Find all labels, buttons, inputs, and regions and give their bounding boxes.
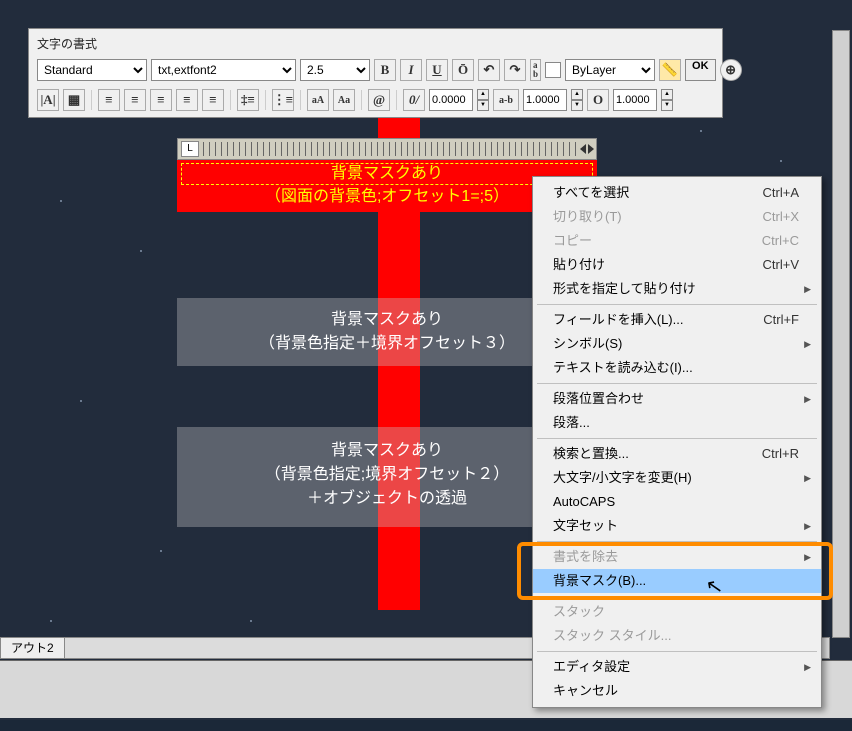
ctx-select-all[interactable]: すべてを選択Ctrl+A	[533, 181, 821, 205]
bold-button[interactable]: B	[374, 59, 396, 81]
toolbar-row-2: |A| ▦ ≡ ≡ ≡ ≡ ≡ ‡≡ ⋮≡ aA Aa @ 0/ ▲▼ a-b …	[37, 87, 673, 113]
layout-tab-2[interactable]: アウト2	[1, 638, 65, 658]
mtext-justify-button[interactable]: ▦	[63, 89, 85, 111]
ctx-cancel[interactable]: キャンセル	[533, 679, 821, 703]
width-factor-button[interactable]: O	[587, 89, 609, 111]
style-select[interactable]: Standard	[37, 59, 147, 81]
oblique-spinner[interactable]: ▲▼	[477, 89, 489, 111]
ctx-import-text[interactable]: テキストを読み込む(I)...	[533, 356, 821, 380]
text-format-toolbar: 文字の書式 Standard txt,extfont2 2.5 B I U Ō …	[28, 28, 723, 118]
ctx-background-mask[interactable]: 背景マスク(B)...	[533, 569, 821, 593]
ctx-sep-4	[537, 541, 817, 542]
ctx-editor-settings[interactable]: エディタ設定	[533, 655, 821, 679]
width-factor-value[interactable]	[613, 89, 657, 111]
tracking-spinner[interactable]: ▲▼	[571, 89, 583, 111]
undo-button[interactable]: ↶	[478, 59, 500, 81]
ctx-paragraph[interactable]: 段落...	[533, 411, 821, 435]
options-button[interactable]: ⊕	[720, 59, 742, 81]
color-swatch[interactable]	[545, 62, 561, 78]
edit-line-2[interactable]: （図面の背景色;オフセット1=;5）	[265, 188, 509, 205]
width-factor-spinner[interactable]: ▲▼	[661, 89, 673, 111]
stack-fraction-button[interactable]: ab	[530, 59, 541, 81]
align-center-button[interactable]: ≡	[124, 89, 146, 111]
ctx-paste-special[interactable]: 形式を指定して貼り付け	[533, 277, 821, 301]
tracking-button[interactable]: a-b	[493, 89, 519, 111]
numbered-list-button[interactable]: ⋮≡	[272, 89, 294, 111]
ruler-left-arrow[interactable]	[580, 144, 586, 154]
symbol-button[interactable]: @	[368, 89, 390, 111]
oblique-value[interactable]	[429, 89, 473, 111]
ctx-sep-3	[537, 438, 817, 439]
align-right-button[interactable]: ≡	[150, 89, 172, 111]
ctx-remove-format: 書式を除去	[533, 545, 821, 569]
uppercase-button[interactable]: aA	[307, 89, 329, 111]
ctx-find-replace[interactable]: 検索と置換...Ctrl+R	[533, 442, 821, 466]
ctx-sep-1	[537, 304, 817, 305]
color-select[interactable]: ByLayer	[565, 59, 655, 81]
text-height-select[interactable]: 2.5	[300, 59, 370, 81]
ruler-right-arrow[interactable]	[588, 144, 594, 154]
align-left-button[interactable]: ≡	[98, 89, 120, 111]
ctx-sep-2	[537, 383, 817, 384]
ctx-insert-field[interactable]: フィールドを挿入(L)...Ctrl+F	[533, 308, 821, 332]
ctx-change-case[interactable]: 大文字/小文字を変更(H)	[533, 466, 821, 490]
ctx-symbol[interactable]: シンボル(S)	[533, 332, 821, 356]
ctx-stack: スタック	[533, 600, 821, 624]
tracking-value[interactable]	[523, 89, 567, 111]
redo-button[interactable]: ↷	[504, 59, 526, 81]
ruler-toggle-button[interactable]: 📏	[659, 59, 681, 81]
columns-button[interactable]: |A|	[37, 89, 59, 111]
context-menu: すべてを選択Ctrl+A 切り取り(T)Ctrl+X コピーCtrl+C 貼り付…	[532, 176, 822, 708]
ctx-stack-style: スタック スタイル...	[533, 624, 821, 648]
overline-button[interactable]: Ō	[452, 59, 474, 81]
line-spacing-button[interactable]: ‡≡	[237, 89, 259, 111]
italic-button[interactable]: I	[400, 59, 422, 81]
ctx-cut: 切り取り(T)Ctrl+X	[533, 205, 821, 229]
align-distribute-button[interactable]: ≡	[202, 89, 224, 111]
ctx-sep-5	[537, 596, 817, 597]
toolbar-row-1: Standard txt,extfont2 2.5 B I U Ō ↶ ↷ ab…	[37, 57, 742, 83]
font-select[interactable]: txt,extfont2	[151, 59, 296, 81]
vertical-scrollbar[interactable]	[832, 30, 850, 638]
ok-button[interactable]: OK	[685, 59, 716, 81]
ctx-paste[interactable]: 貼り付けCtrl+V	[533, 253, 821, 277]
ctx-sep-6	[537, 651, 817, 652]
ctx-para-align[interactable]: 段落位置合わせ	[533, 387, 821, 411]
text-ruler[interactable]: L	[177, 138, 597, 160]
toolbar-title: 文字の書式	[37, 35, 97, 52]
edit-line-1[interactable]: 背景マスクあり	[331, 162, 443, 186]
ctx-copy: コピーCtrl+C	[533, 229, 821, 253]
ctx-charset[interactable]: 文字セット	[533, 514, 821, 538]
align-justify-button[interactable]: ≡	[176, 89, 198, 111]
ruler-ticks[interactable]	[203, 142, 576, 156]
tab-type-toggle[interactable]: L	[181, 141, 199, 157]
ctx-autocaps[interactable]: AutoCAPS	[533, 490, 821, 514]
underline-button[interactable]: U	[426, 59, 448, 81]
lowercase-button[interactable]: Aa	[333, 89, 355, 111]
oblique-button[interactable]: 0/	[403, 89, 425, 111]
